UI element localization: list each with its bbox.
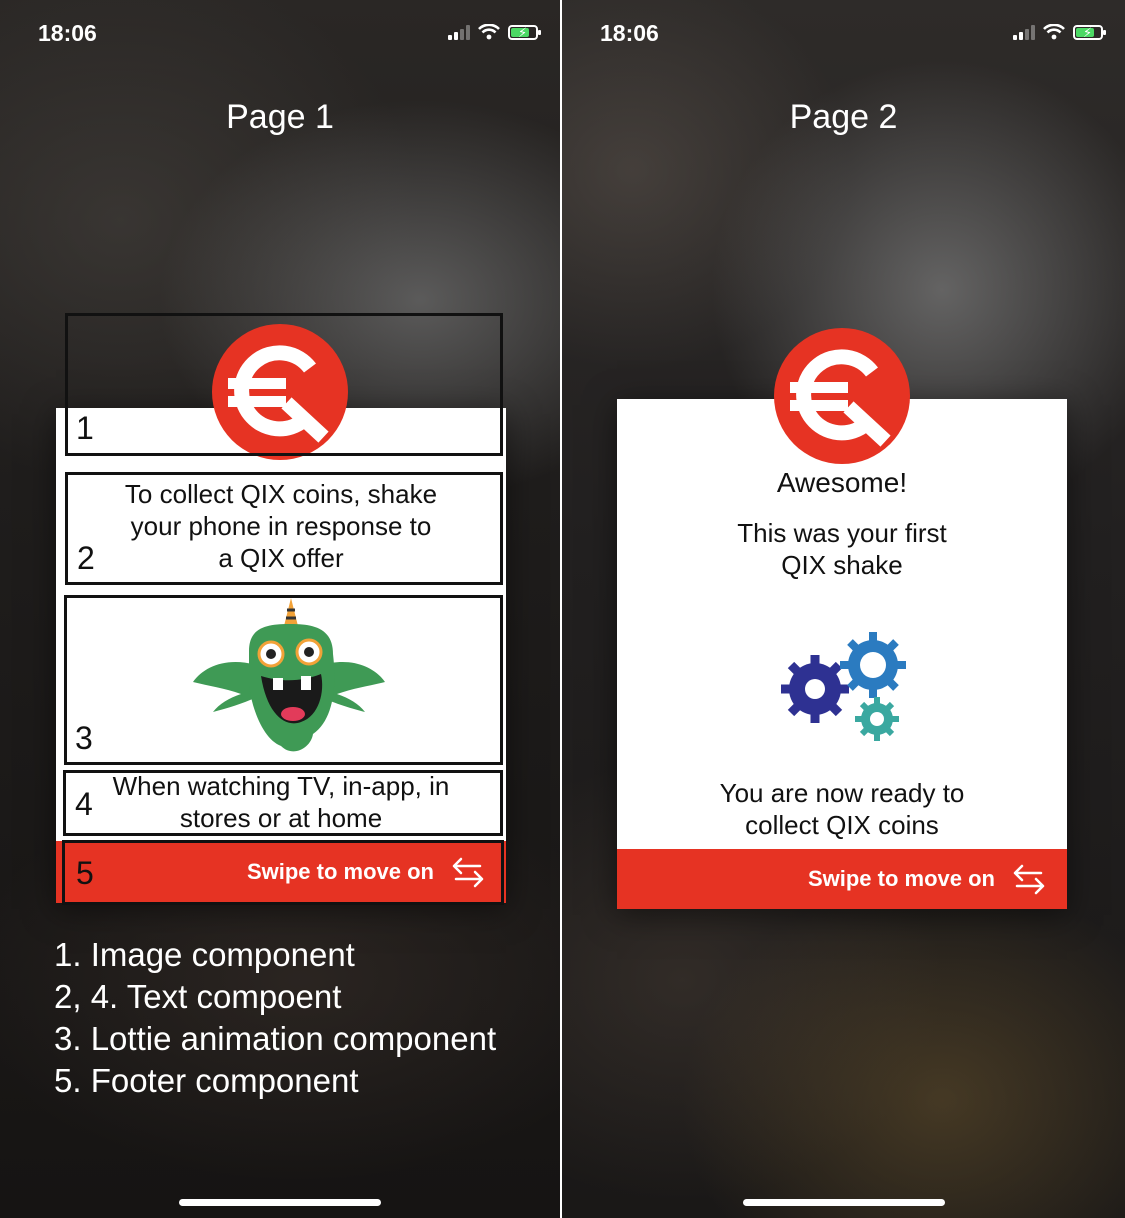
wifi-icon [478,24,500,40]
qix-logo-icon [774,328,910,464]
annotation-number: 2 [77,540,95,576]
card-subtitle: This was your first QIX shake [737,518,947,580]
annotation-box-lottie [64,595,503,765]
card-body: You are now ready to collect QIX coins [719,778,965,840]
swipe-arrows-icon [1013,864,1045,895]
annotation-number: 3 [75,720,93,756]
annotation-box-text [65,472,503,585]
status-time: 18:06 [38,20,97,46]
footer-label: Swipe to move on [807,866,995,891]
annotation-number: 1 [76,410,94,446]
annotation-number: 4 [75,786,93,822]
phone-screen-page-1: 18:06 ⚡ Page 1 To collect QIX coins, sha… [0,0,560,1218]
footer[interactable]: Swipe to move on [617,849,1067,909]
legend-item: 3. Lottie animation component [54,1020,497,1057]
status-icons: ⚡ [448,24,541,40]
legend-item: 5. Footer component [54,1062,359,1099]
phone-screen-page-2: 18:06 ⚡ Page 2 Awesome! This was your fi… [562,0,1125,1218]
page-title: Page 1 [226,98,334,136]
page-title: Page 2 [789,98,898,136]
gears-icon [781,632,906,741]
legend-item: 2, 4. Text compoent [54,978,342,1015]
onboarding-card: Awesome! This was your first QIX shake Y… [617,399,1067,909]
status-time: 18:06 [600,20,659,46]
annotation-box-text [63,770,503,836]
battery-icon: ⚡ [1073,24,1106,40]
legend-item: 1. Image component [54,936,355,973]
signal-icon [1013,24,1035,40]
component-legend: 1. Image component 2, 4. Text compoent 3… [54,934,496,1102]
annotation-number: 5 [76,855,94,891]
signal-icon [448,24,470,40]
card-heading: Awesome! [776,467,908,498]
home-indicator[interactable] [742,1199,945,1206]
home-indicator[interactable] [179,1199,381,1206]
status-icons: ⚡ [1013,24,1106,40]
battery-icon: ⚡ [508,24,541,40]
wifi-icon [1043,24,1065,40]
annotation-box-image [65,313,503,456]
annotation-box-footer [62,840,504,905]
